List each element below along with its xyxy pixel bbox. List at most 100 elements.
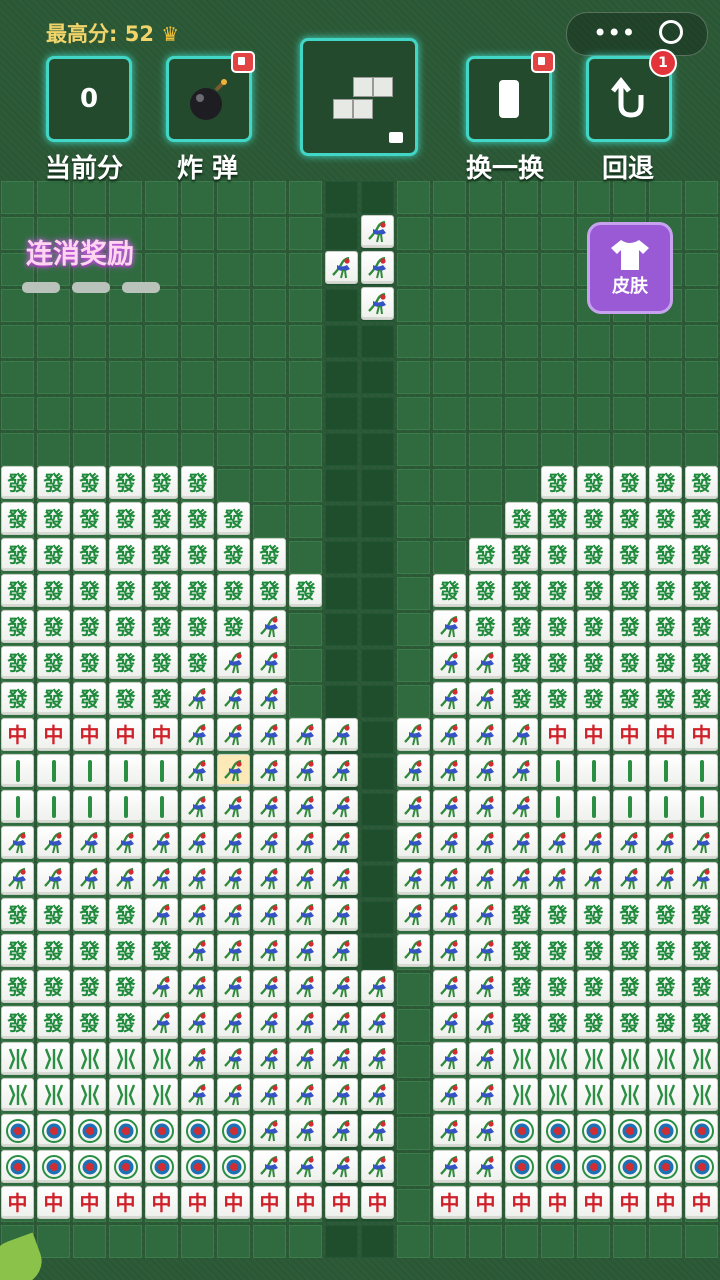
fa-tile[interactable]: 發 xyxy=(73,646,106,679)
fa-tile[interactable]: 發 xyxy=(217,610,250,643)
bird-tile[interactable] xyxy=(433,610,466,643)
bird-tile[interactable] xyxy=(397,790,430,823)
bird-tile[interactable] xyxy=(325,754,358,787)
fa-tile[interactable]: 發 xyxy=(433,574,466,607)
fa-tile[interactable]: 發 xyxy=(181,610,214,643)
bird-tile[interactable] xyxy=(649,826,682,859)
bird-tile[interactable] xyxy=(145,1006,178,1039)
bird-tile[interactable] xyxy=(577,862,610,895)
fa-tile[interactable]: 發 xyxy=(577,610,610,643)
fa-tile[interactable]: 發 xyxy=(1,934,34,967)
fa-tile[interactable]: 發 xyxy=(469,610,502,643)
zhong-tile[interactable]: 中 xyxy=(1,718,34,751)
fa-tile[interactable]: 發 xyxy=(1,610,34,643)
more-icon[interactable]: ••• xyxy=(593,19,635,47)
circle-tile[interactable] xyxy=(217,1114,250,1147)
fa-tile[interactable]: 發 xyxy=(109,574,142,607)
fa-tile[interactable]: 發 xyxy=(613,934,646,967)
bird-tile[interactable] xyxy=(469,1078,502,1111)
bird-tile[interactable] xyxy=(469,718,502,751)
bird-tile[interactable] xyxy=(253,970,286,1003)
fa-tile[interactable]: 發 xyxy=(613,682,646,715)
bamboo-tile[interactable] xyxy=(649,1042,682,1075)
bird-tile[interactable] xyxy=(253,934,286,967)
bird-tile[interactable] xyxy=(433,682,466,715)
fa-tile[interactable]: 發 xyxy=(37,466,70,499)
bird-tile[interactable] xyxy=(253,754,286,787)
stick-tile[interactable] xyxy=(1,790,34,823)
bird-tile[interactable] xyxy=(325,718,358,751)
fa-tile[interactable]: 發 xyxy=(613,610,646,643)
bird-tile[interactable] xyxy=(397,934,430,967)
bird-tile[interactable] xyxy=(181,790,214,823)
circle-tile[interactable] xyxy=(649,1150,682,1183)
fa-tile[interactable]: 發 xyxy=(649,466,682,499)
bird-tile[interactable] xyxy=(505,790,538,823)
bird-tile[interactable] xyxy=(289,1006,322,1039)
bird-tile[interactable] xyxy=(361,1114,394,1147)
fa-tile[interactable]: 發 xyxy=(685,970,718,1003)
circle-tile[interactable] xyxy=(1,1150,34,1183)
bird-tile[interactable] xyxy=(181,970,214,1003)
bird-tile[interactable] xyxy=(253,1006,286,1039)
fa-tile[interactable]: 發 xyxy=(181,538,214,571)
bird-tile[interactable] xyxy=(505,718,538,751)
zhong-tile[interactable]: 中 xyxy=(577,718,610,751)
fa-tile[interactable]: 發 xyxy=(505,646,538,679)
bird-tile[interactable] xyxy=(109,826,142,859)
fa-tile[interactable]: 發 xyxy=(1,502,34,535)
bird-tile[interactable] xyxy=(505,862,538,895)
fa-tile[interactable]: 發 xyxy=(73,898,106,931)
fa-tile[interactable]: 發 xyxy=(109,610,142,643)
bird-tile[interactable] xyxy=(685,826,718,859)
bird-tile[interactable] xyxy=(469,754,502,787)
bird-tile[interactable] xyxy=(433,718,466,751)
skin-button[interactable]: 皮肤 xyxy=(587,222,673,314)
bird-tile[interactable] xyxy=(325,1150,358,1183)
close-icon[interactable] xyxy=(659,20,683,44)
bird-tile[interactable] xyxy=(433,646,466,679)
fa-tile[interactable]: 發 xyxy=(73,682,106,715)
game-board[interactable]: 發發發發發發發發發發發發發發發發發發發發發發發發發發發發發發發發發發發發發發發發… xyxy=(0,0,720,1280)
bird-tile[interactable] xyxy=(469,646,502,679)
bamboo-tile[interactable] xyxy=(37,1078,70,1111)
fa-tile[interactable]: 發 xyxy=(577,1006,610,1039)
bird-tile[interactable] xyxy=(73,826,106,859)
fa-tile[interactable]: 發 xyxy=(217,538,250,571)
bird-tile[interactable] xyxy=(109,862,142,895)
fa-tile[interactable]: 發 xyxy=(541,466,574,499)
bird-tile[interactable] xyxy=(181,682,214,715)
fa-tile[interactable]: 發 xyxy=(613,502,646,535)
fa-tile[interactable]: 發 xyxy=(1,574,34,607)
bird-tile[interactable] xyxy=(217,970,250,1003)
miniprogram-capsule[interactable]: ••• xyxy=(566,12,708,56)
bird-tile[interactable] xyxy=(433,754,466,787)
bird-tile[interactable] xyxy=(253,862,286,895)
bird-tile[interactable] xyxy=(469,934,502,967)
fa-tile[interactable]: 發 xyxy=(181,574,214,607)
bird-tile[interactable] xyxy=(361,215,394,248)
bird-tile[interactable] xyxy=(469,1006,502,1039)
bird-tile[interactable] xyxy=(289,1150,322,1183)
stick-tile[interactable] xyxy=(577,790,610,823)
bird-tile[interactable] xyxy=(613,826,646,859)
fa-tile[interactable]: 發 xyxy=(181,502,214,535)
bird-tile[interactable] xyxy=(289,862,322,895)
bird-tile[interactable] xyxy=(361,1006,394,1039)
fa-tile[interactable]: 發 xyxy=(73,502,106,535)
fa-tile[interactable]: 發 xyxy=(613,1006,646,1039)
bird-tile[interactable] xyxy=(433,1006,466,1039)
bamboo-tile[interactable] xyxy=(1,1078,34,1111)
bird-tile[interactable] xyxy=(469,682,502,715)
bamboo-tile[interactable] xyxy=(109,1078,142,1111)
fa-tile[interactable]: 發 xyxy=(469,574,502,607)
bird-tile[interactable] xyxy=(289,1114,322,1147)
zhong-tile[interactable]: 中 xyxy=(1,1186,34,1219)
zhong-tile[interactable]: 中 xyxy=(685,718,718,751)
zhong-tile[interactable]: 中 xyxy=(181,1186,214,1219)
circle-tile[interactable] xyxy=(37,1114,70,1147)
stick-tile[interactable] xyxy=(37,790,70,823)
bird-tile[interactable] xyxy=(325,1042,358,1075)
fa-tile[interactable]: 發 xyxy=(541,646,574,679)
fa-tile[interactable]: 發 xyxy=(469,538,502,571)
